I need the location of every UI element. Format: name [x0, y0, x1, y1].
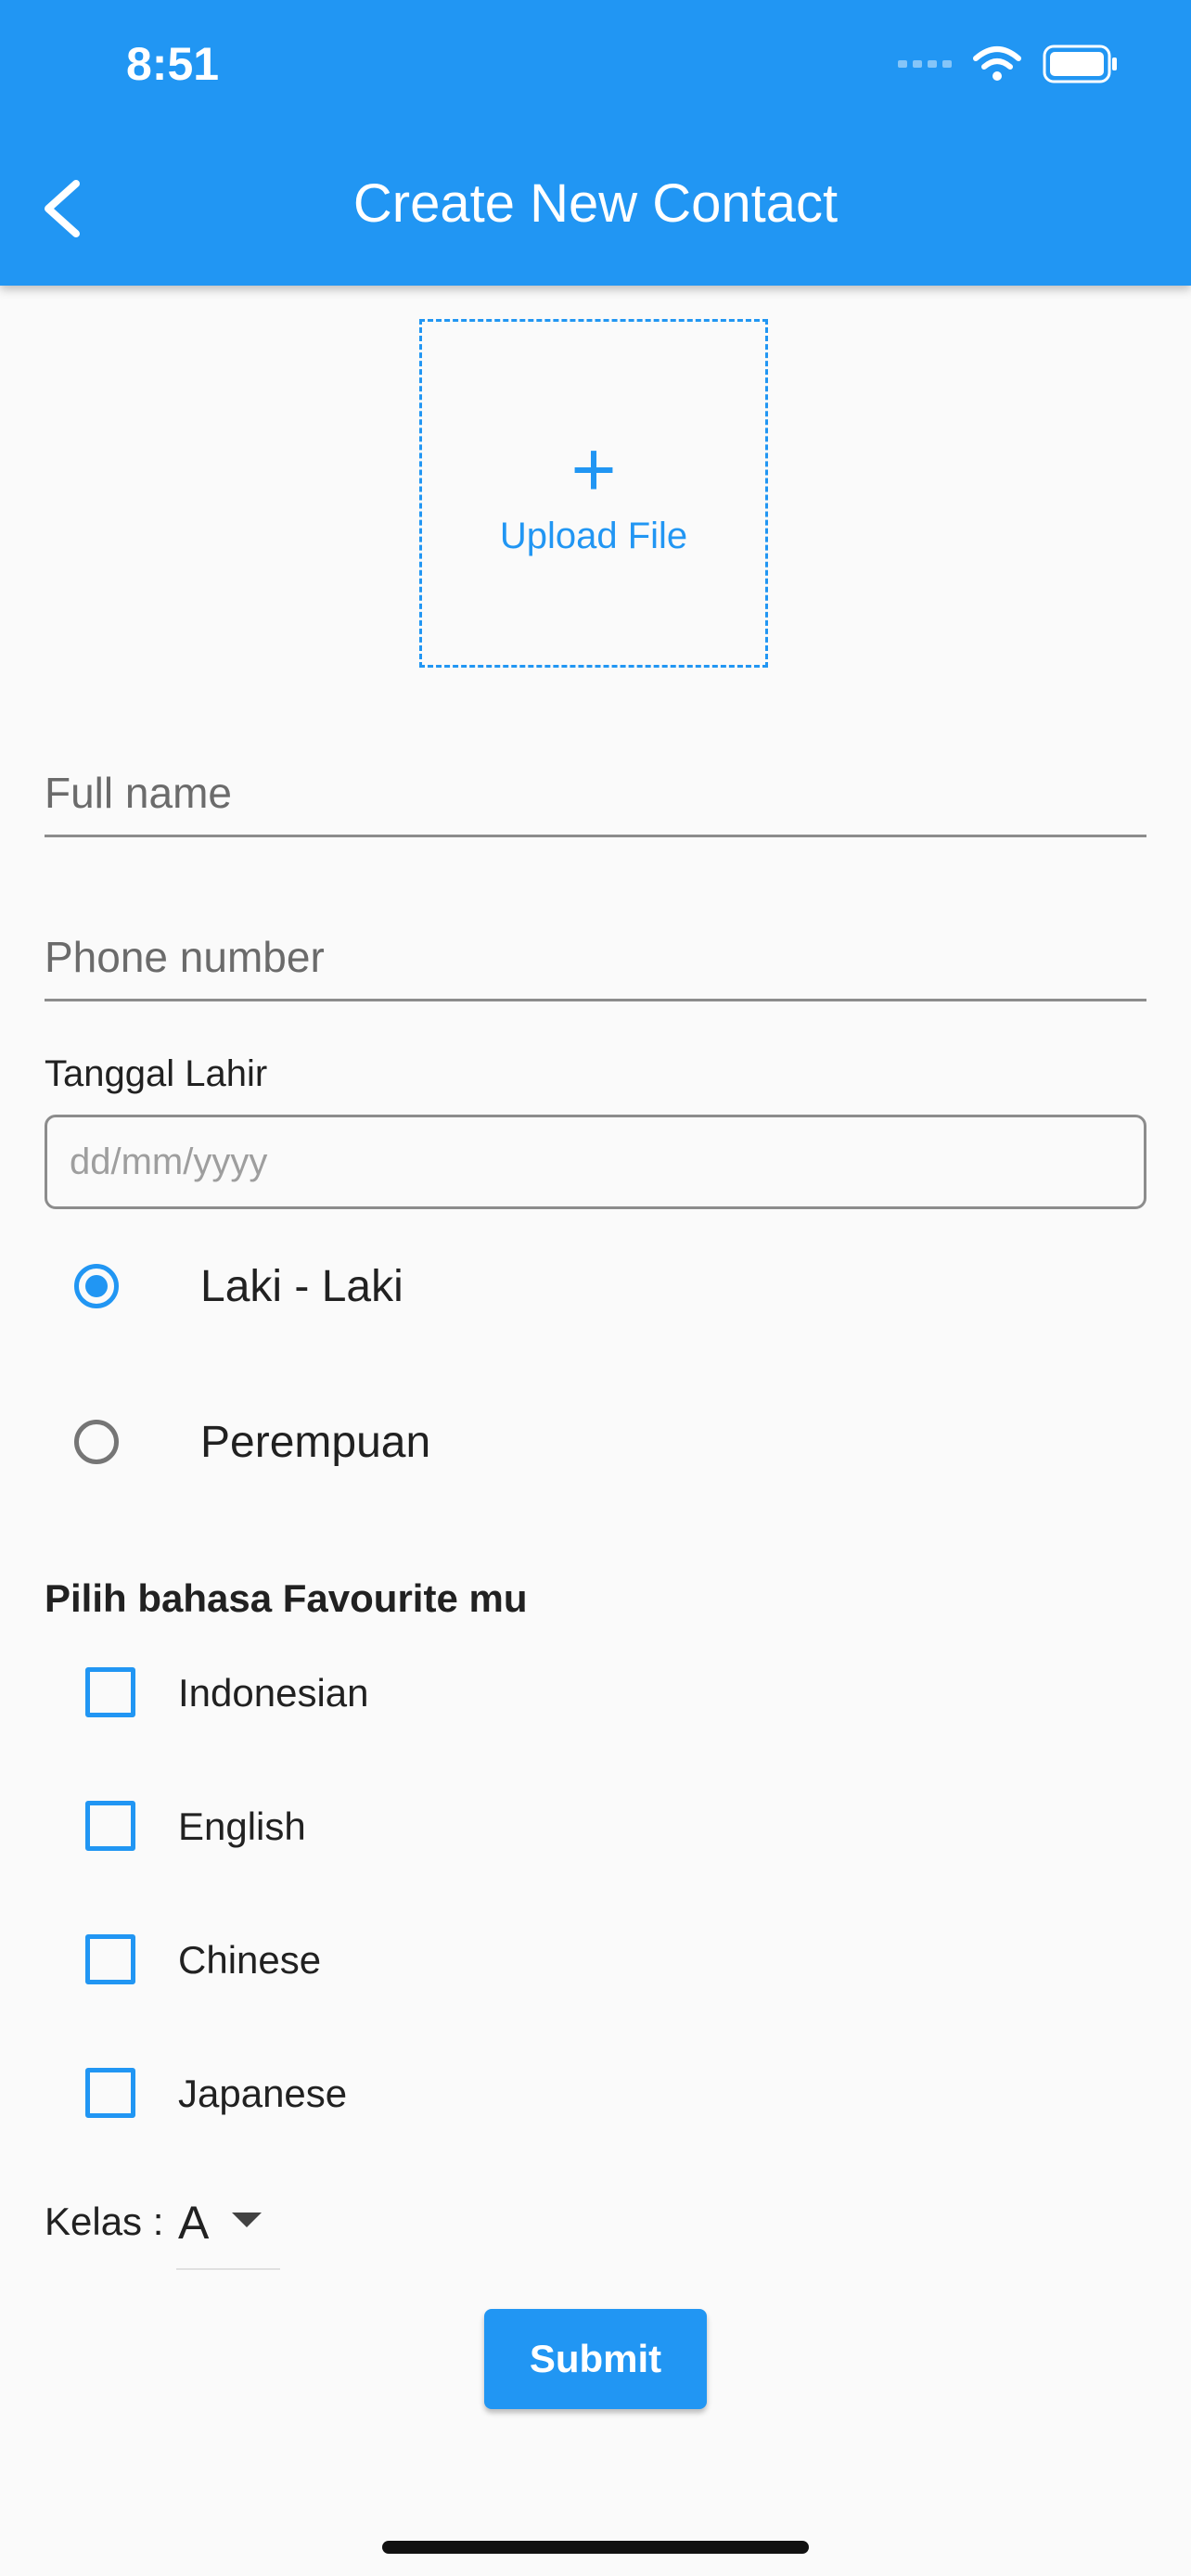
checkbox-label: Chinese [178, 1938, 322, 1982]
birth-date-field [45, 1115, 1146, 1209]
full-name-input[interactable] [45, 751, 1146, 835]
cellular-signal-icon [898, 60, 952, 68]
checkbox-label: English [178, 1804, 306, 1848]
gender-option-perempuan[interactable]: Perempuan [0, 1389, 1191, 1500]
upload-file-button[interactable]: + Upload File [419, 319, 768, 668]
plus-icon: + [570, 425, 617, 513]
home-indicator [382, 2541, 809, 2554]
language-option-indonesian[interactable]: Indonesian [0, 1639, 1191, 1741]
checkbox-label: Japanese [178, 2072, 348, 2115]
radio-label: Perempuan [200, 1418, 431, 1467]
language-option-japanese[interactable]: Japanese [0, 2040, 1191, 2142]
radio-selected[interactable] [74, 1264, 119, 1308]
checkbox[interactable] [85, 1667, 135, 1717]
status-time: 8:51 [126, 38, 220, 90]
battery-icon [1043, 45, 1117, 83]
birth-date-input[interactable] [47, 1117, 1144, 1206]
full-name-field [45, 751, 1146, 837]
wifi-icon [973, 46, 1021, 81]
birth-date-label: Tanggal Lahir [45, 1053, 268, 1094]
phone-number-field [45, 915, 1146, 1001]
page-title: Create New Contact [352, 173, 839, 234]
upload-file-label: Upload File [499, 515, 688, 556]
gender-option-laki-laki[interactable]: Laki - Laki [0, 1233, 1191, 1345]
kelas-label: Kelas : [45, 2200, 164, 2243]
app-bar: 8:51 Create New Contact [0, 0, 1191, 286]
kelas-dropdown[interactable]: A [176, 2188, 280, 2270]
language-section-title: Pilih bahasa Favourite mu [45, 1576, 528, 1620]
dropdown-arrow-icon [232, 2213, 262, 2227]
radio-label: Laki - Laki [200, 1262, 403, 1311]
language-option-chinese[interactable]: Chinese [0, 1906, 1191, 2009]
checkbox[interactable] [85, 1801, 135, 1851]
checkbox[interactable] [85, 1934, 135, 1984]
status-icons [898, 45, 1119, 83]
checkbox-label: Indonesian [178, 1671, 369, 1715]
submit-button[interactable]: Submit [484, 2309, 707, 2409]
language-option-english[interactable]: English [0, 1773, 1191, 1875]
radio-unselected[interactable] [74, 1420, 119, 1464]
phone-number-input[interactable] [45, 915, 1146, 999]
kelas-selected-value: A [178, 2197, 210, 2249]
checkbox[interactable] [85, 2068, 135, 2118]
